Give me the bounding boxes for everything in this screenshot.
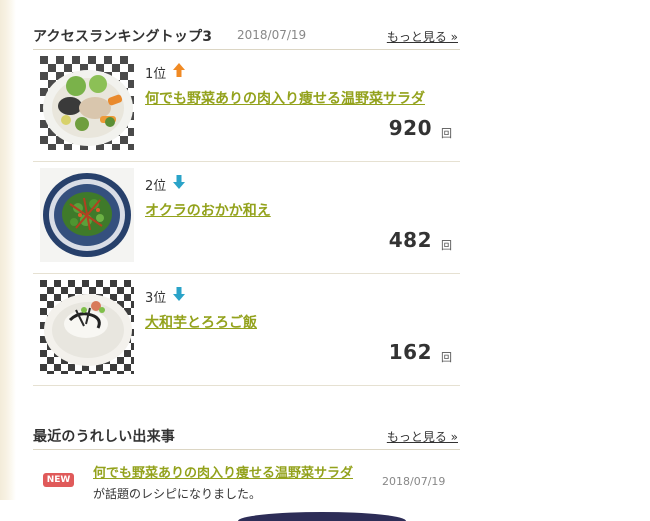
new-badge: NEW [43,473,74,487]
divider [33,449,460,450]
ranking-title: アクセスランキングトップ3 [33,29,213,45]
access-count: 482 [388,228,432,252]
count-unit: 回 [441,351,452,364]
bottom-decoration [238,512,406,521]
recipe-thumbnail-tororo[interactable] [40,280,134,374]
access-count: 920 [388,116,432,140]
news-date: 2018/07/19 [382,475,446,488]
access-count: 162 [388,340,432,364]
ranking-date: 2018/07/19 [237,28,307,42]
recipe-link[interactable]: 何でも野菜ありの肉入り痩せる温野菜サラダ [145,88,425,108]
news-text: が話題のレシピになりました。 [93,487,262,501]
page-edge-decoration [0,0,16,500]
rank-label: 3位 [145,291,167,306]
count-unit: 回 [441,127,452,140]
news-recipe-link[interactable]: 何でも野菜ありの肉入り痩せる温野菜サラダ [93,462,353,481]
arrow-up-icon [173,63,185,77]
recipe-thumbnail-salad[interactable] [40,56,134,150]
rank-label: 1位 [145,67,167,82]
ranking-more-link[interactable]: もっと見る » [387,28,458,45]
ranking-item-1: 1位 何でも野菜ありの肉入り痩せる温野菜サラダ 920 回 [33,50,460,162]
news-item: NEW 何でも野菜ありの肉入り痩せる温野菜サラダ が話題のレシピになりました。 … [33,458,460,503]
divider [33,385,460,386]
news-title: 最近のうれしい出来事 [33,429,175,445]
arrow-down-icon [173,175,185,189]
ranking-item-3: 3位 大和芋とろろご飯 162 回 [33,274,460,386]
recipe-link[interactable]: 大和芋とろろご飯 [145,312,257,332]
arrow-down-icon [173,287,185,301]
recipe-thumbnail-okra[interactable] [40,168,134,262]
ranking-item-2: 2位 オクラのおかか和え 482 回 [33,162,460,274]
news-more-link[interactable]: もっと見る » [387,428,458,445]
news-header: 最近のうれしい出来事 もっと見る » [33,426,460,456]
count-unit: 回 [441,239,452,252]
recipe-link[interactable]: オクラのおかか和え [145,200,271,220]
rank-label: 2位 [145,179,167,194]
